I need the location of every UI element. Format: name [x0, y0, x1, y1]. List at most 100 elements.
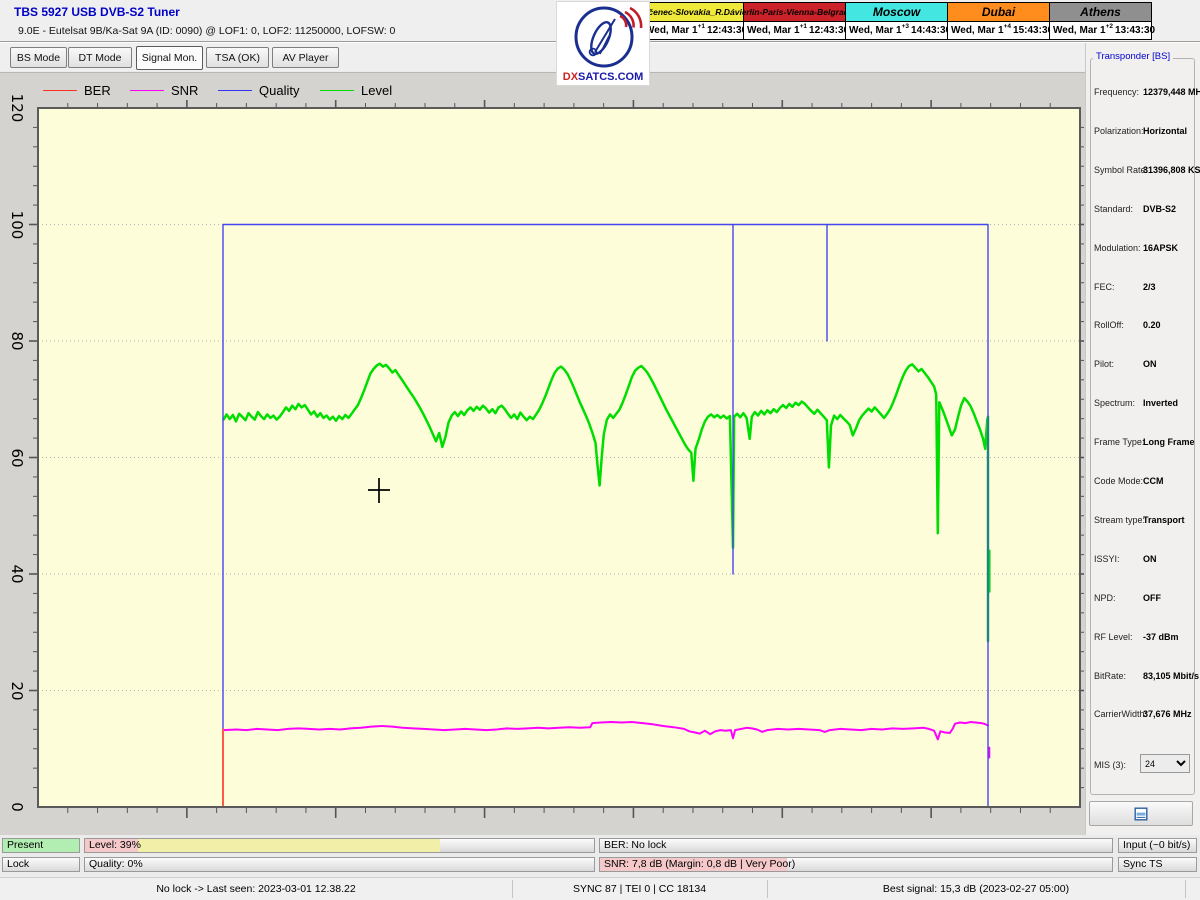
transponder-row-fec-: FEC:2/3	[1086, 282, 1200, 294]
transponder-label: Frequency:	[1094, 87, 1139, 97]
transponder-value: ON	[1143, 554, 1157, 564]
clock-hms: 13:43:30	[1115, 25, 1155, 36]
transponder-row-pilot-: Pilot: ON	[1086, 359, 1200, 371]
transponder-row-stream-type-: Stream type:Transport	[1086, 515, 1200, 527]
clock-date: Wed, Mar 1	[1053, 25, 1106, 36]
legend-item-ber: BER	[43, 80, 111, 100]
clock-hms: 15:43:30	[1013, 25, 1053, 36]
transponder-row-code-mode-: Code Mode:CCM	[1086, 476, 1200, 488]
transponder-row-spectrum-: Spectrum:Inverted	[1086, 398, 1200, 410]
transponder-value: 83,105 Mbit/s	[1143, 671, 1199, 681]
mis-select[interactable]: 24	[1140, 754, 1190, 773]
transponder-label: NPD:	[1094, 593, 1116, 603]
transponder-row-standard-: Standard:DVB-S2	[1086, 204, 1200, 216]
transponder-label: Pilot:	[1094, 359, 1114, 369]
legend-line-ber	[43, 90, 77, 91]
clock-berlin-paris-vienna-belgrade: Berlin-Paris-Vienna-BelgradeWed, Mar 1+1…	[743, 2, 846, 40]
indicator-label: Lock	[7, 858, 29, 871]
transponder-row-bitrate-: BitRate:83,105 Mbit/s	[1086, 671, 1200, 683]
transponder-label: CarrierWidth:	[1094, 709, 1147, 719]
indicator-label: Quality: 0%	[89, 858, 143, 871]
transponder-label: Frame Type:	[1094, 437, 1144, 447]
transponder-label: RollOff:	[1094, 320, 1124, 330]
indicator-label: Level: 39%	[89, 839, 141, 852]
transponder-label: Stream type:	[1094, 515, 1145, 525]
clock-dubai: Dubai Wed, Mar 1+415:43:30	[947, 2, 1050, 40]
tab-dt-mode[interactable]: DT Mode	[68, 47, 132, 68]
status-sync-counters: SYNC 87 | TEI 0 | CC 18134	[512, 878, 767, 900]
transponder-row-frequency-: Frequency: 12379,448 MHz	[1086, 87, 1200, 99]
tab-tsa-ok-[interactable]: TSA (OK)	[206, 47, 269, 68]
status-bar: No lock -> Last seen: 2023-03-01 12.38.2…	[0, 877, 1200, 900]
legend-line-snr	[130, 90, 164, 91]
tab-bs-mode[interactable]: BS Mode	[10, 47, 67, 68]
ts-log-button[interactable]	[1089, 801, 1193, 826]
transponder-value: 31396,808 KS/s	[1143, 165, 1200, 175]
indicator-label: Sync TS	[1123, 858, 1163, 871]
transponder-value: ON	[1143, 359, 1157, 369]
clock-city-label: Dubai	[948, 3, 1049, 22]
clock-hms: 14:43:30	[911, 25, 951, 36]
clock-city-label: Lučenec-Slovakia_R.Dávid	[642, 3, 743, 22]
clock-moscow: MoscowWed, Mar 1+314:43:30	[845, 2, 948, 40]
transponder-row-carrierwidth-: CarrierWidth:37,676 MHz	[1086, 709, 1200, 721]
legend-line-level	[320, 90, 354, 91]
clock-lu-enec-slovakia-r-d-vid: Lučenec-Slovakia_R.DávidWed, Mar 1+112:4…	[641, 2, 744, 40]
indicator-present: Present	[2, 838, 80, 853]
transponder-label: FEC:	[1094, 282, 1115, 292]
clock-date: Wed, Mar 1	[951, 25, 1004, 36]
transponder-row-issyi-: ISSYI: ON	[1086, 554, 1200, 566]
clock-hms: 12:43:30	[707, 25, 747, 36]
legend-label: SNR	[171, 83, 198, 98]
status-separator	[767, 880, 768, 898]
y-axis-label-20: 20	[8, 681, 26, 700]
clock-utc-offset: +1	[698, 23, 705, 30]
transponder-value: OFF	[1143, 593, 1161, 603]
transponder-row-symbol-rate-: Symbol Rate:31396,808 KS/s	[1086, 165, 1200, 177]
clock-utc-offset: +4	[1004, 23, 1011, 30]
clock-time: Wed, Mar 1+314:43:30	[846, 22, 947, 39]
clock-athens: AthensWed, Mar 1+213:43:30	[1049, 2, 1152, 40]
indicator-label: Present	[7, 839, 43, 852]
clock-city-label: Berlin-Paris-Vienna-Belgrade	[744, 3, 845, 22]
y-axis-label-60: 60	[8, 448, 26, 467]
clock-time: Wed, Mar 1+112:43:30	[744, 22, 845, 39]
transponder-group-title: Transponder [BS]	[1093, 51, 1173, 62]
indicator-snr: SNR: 7,8 dB (Margin: 0,8 dB | Very Poor)	[599, 857, 1113, 872]
transponder-value: 12379,448 MHz	[1143, 87, 1200, 97]
clock-date: Wed, Mar 1	[747, 25, 800, 36]
transponder-label: Polarization:	[1094, 126, 1144, 136]
transponder-label: Symbol Rate:	[1094, 165, 1148, 175]
transponder-label: ISSYI:	[1094, 554, 1120, 564]
transponder-row-rolloff-: RollOff:0.20	[1086, 320, 1200, 332]
transponder-label: Code Mode:	[1094, 476, 1143, 486]
transponder-label: RF Level:	[1094, 632, 1133, 642]
logo-text: DXSATCS.COM	[557, 71, 649, 83]
tab-signal-mon-[interactable]: Signal Mon.	[136, 46, 203, 70]
clock-city-label: Moscow	[846, 3, 947, 22]
logo-text-dx: DX	[563, 71, 578, 83]
transponder-value: Long Frame	[1143, 437, 1195, 447]
clock-date: Wed, Mar 1	[849, 25, 902, 36]
indicator-lock: Lock	[2, 857, 80, 872]
dxsatcs-logo: DXSATCS.COM	[556, 1, 650, 86]
indicator-fill	[138, 839, 440, 852]
clock-time: Wed, Mar 1+213:43:30	[1050, 22, 1151, 39]
transponder-value: Transport	[1143, 515, 1185, 525]
status-separator	[1185, 880, 1186, 898]
legend-label: Quality	[259, 83, 299, 98]
tab-av-player[interactable]: AV Player	[272, 47, 339, 68]
transponder-value: 16APSK	[1143, 243, 1178, 253]
indicator-input-0-bit-s-: Input (~0 bit/s)	[1118, 838, 1197, 853]
app-title: TBS 5927 USB DVB-S2 Tuner	[14, 5, 180, 19]
y-axis-label-120: 120	[8, 94, 26, 123]
indicator-ber: BER: No lock	[599, 838, 1113, 853]
transponder-value: DVB-S2	[1143, 204, 1176, 214]
status-lock-info: No lock -> Last seen: 2023-03-01 12.38.2…	[0, 878, 512, 900]
legend-item-quality: Quality	[218, 80, 299, 100]
clock-time: Wed, Mar 1+112:43:30	[642, 22, 743, 39]
indicator-quality: Quality: 0%	[84, 857, 595, 872]
transponder-value: Inverted	[1143, 398, 1178, 408]
transponder-value: 37,676 MHz	[1143, 709, 1192, 719]
y-axis-label-80: 80	[8, 331, 26, 350]
